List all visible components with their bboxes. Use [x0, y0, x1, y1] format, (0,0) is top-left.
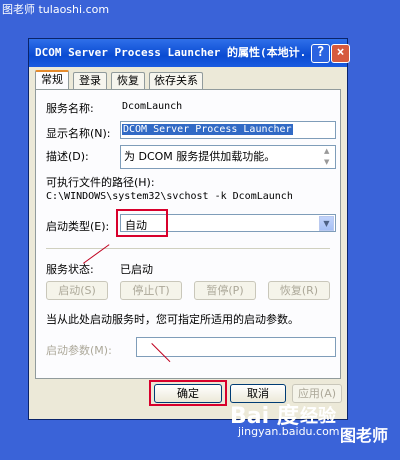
status-value: 已启动 [120, 263, 153, 276]
ok-button[interactable]: 确定 [154, 384, 222, 403]
tab-recovery[interactable]: 恢复 [111, 72, 145, 89]
general-panel: 服务名称: DcomLaunch 显示名称(N): DCOM Server Pr… [35, 89, 341, 379]
chevron-down-icon[interactable]: ▼ [319, 216, 334, 231]
start-params-field[interactable] [136, 337, 336, 357]
apply-button[interactable]: 应用(A) [292, 384, 342, 403]
description-value: 为 DCOM 服务提供加载功能。 [124, 150, 276, 163]
exe-path-label: 可执行文件的路径(H): [46, 176, 155, 189]
exe-path-value: C:\WINDOWS\system32\svchost -k DcomLaunc… [46, 191, 293, 202]
close-button[interactable]: × [331, 44, 350, 63]
description-label: 描述(D): [46, 150, 89, 163]
status-label: 服务状态: [46, 263, 94, 276]
startup-type-label: 启动类型(E): [46, 220, 110, 233]
tulaoshi-logo: 图老师 [340, 426, 389, 445]
tab-logon[interactable]: 登录 [73, 72, 107, 89]
help-button[interactable]: ? [311, 44, 330, 63]
tab-dependencies[interactable]: 依存关系 [149, 72, 203, 89]
service-name-label: 服务名称: [46, 102, 94, 115]
display-name-field[interactable]: DCOM Server Process Launcher [120, 121, 336, 139]
watermark-top: 图老师 tulaoshi.com [0, 0, 400, 22]
stop-button[interactable]: 停止(T) [120, 281, 182, 300]
display-name-value: DCOM Server Process Launcher [122, 124, 293, 135]
tab-general[interactable]: 常规 [35, 70, 69, 91]
service-name-value: DcomLaunch [122, 101, 183, 112]
divider [46, 248, 330, 249]
title-bar[interactable]: DCOM Server Process Launcher 的属性(本地计... … [29, 39, 350, 67]
display-name-label: 显示名称(N): [46, 127, 111, 140]
hint-text: 当从此处启动服务时，您可指定所适用的启动参数。 [46, 313, 299, 326]
scroll-up-icon[interactable]: ▲ [324, 148, 334, 155]
resume-button[interactable]: 恢复(R) [268, 281, 330, 300]
description-field[interactable]: 为 DCOM 服务提供加载功能。 ▲ ▼ [120, 145, 336, 169]
pause-button[interactable]: 暂停(P) [194, 281, 256, 300]
startup-highlight [116, 209, 168, 237]
scroll-down-icon[interactable]: ▼ [324, 159, 334, 166]
start-params-label: 启动参数(M): [46, 344, 112, 357]
properties-dialog: DCOM Server Process Launcher 的属性(本地计... … [28, 38, 350, 420]
window-title: DCOM Server Process Launcher 的属性(本地计... [35, 46, 305, 59]
watermark-url: jingyan.baidu.com [238, 425, 340, 438]
start-button[interactable]: 启动(S) [46, 281, 108, 300]
